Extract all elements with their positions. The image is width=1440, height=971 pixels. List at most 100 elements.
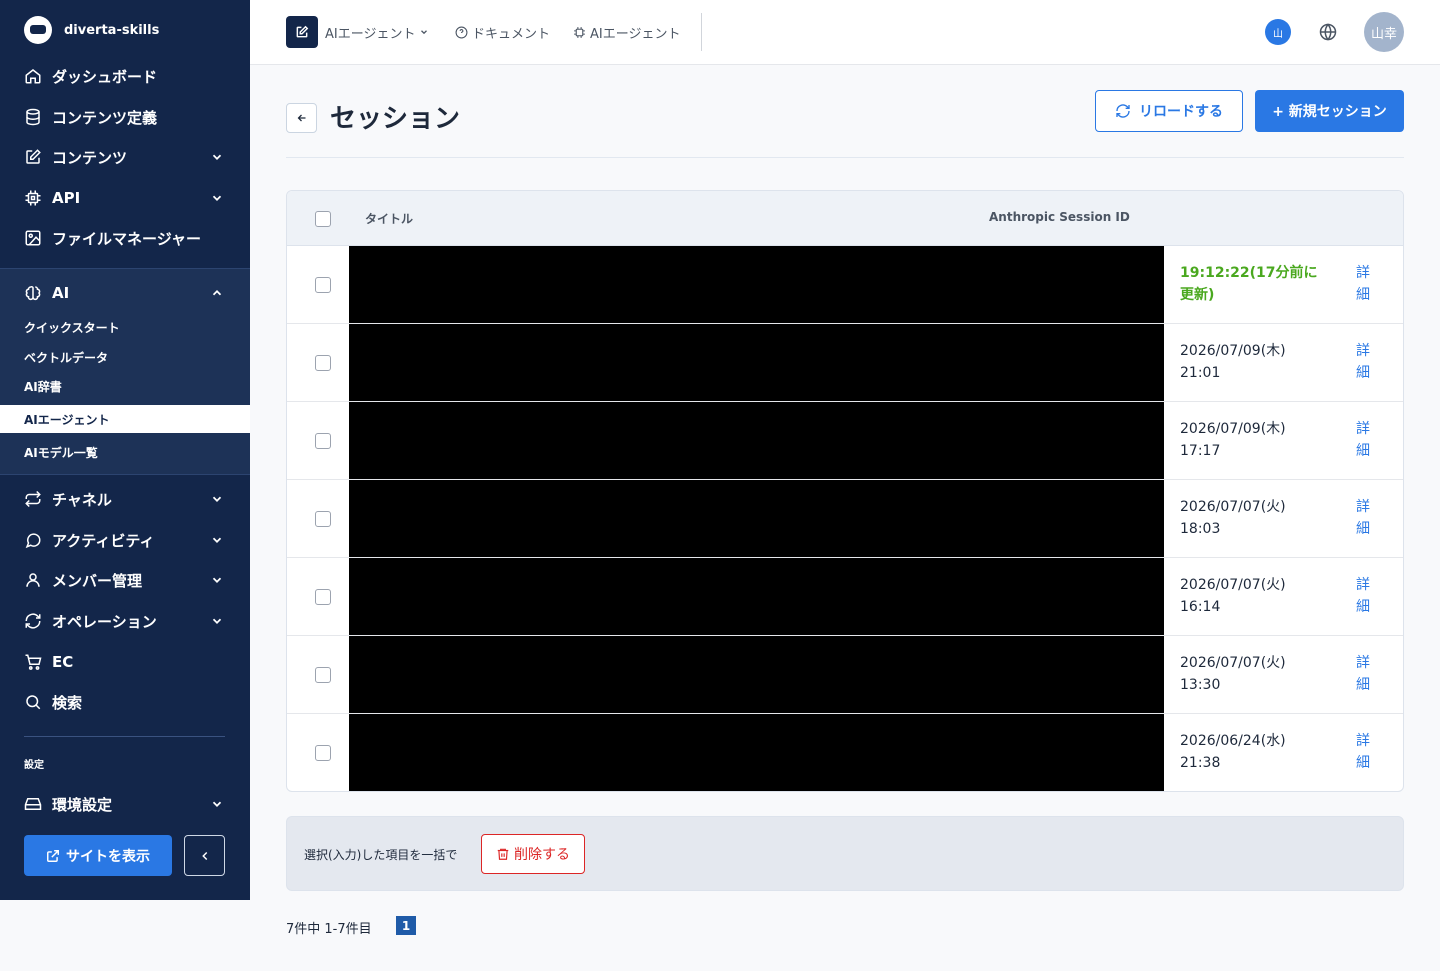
arrow-left-icon [297,114,305,122]
agent-link[interactable]: AIエージェント [573,22,680,42]
user-avatar[interactable]: 山幸 [1364,12,1404,52]
sidebar-item-label: メンバー管理 [52,571,143,590]
image-icon [24,229,42,247]
select-all-checkbox[interactable] [315,211,331,227]
brand-logo-icon [24,16,52,44]
view-site-label: サイトを表示 [66,848,150,865]
row-updated-at: 2026/07/09(木) 21:01 [1180,343,1286,381]
edit-button[interactable] [286,16,318,48]
bulk-delete-button[interactable]: 削除する [481,834,585,874]
table-row: 19:12:22(17分前に更新) 詳細 [287,246,1403,324]
chevron-up-icon [212,290,222,296]
brand[interactable]: diverta-skills [24,16,159,44]
redacted-cell [349,324,1164,401]
sidebar: diverta-skills ダッシュボード コンテンツ定義 コンテンツ API… [0,0,250,900]
agent-link-label: AIエージェント [590,26,681,42]
chevron-down-icon [212,577,222,583]
sidebar-item-label: AI [52,284,70,302]
chevron-down-icon [212,801,222,807]
redacted-cell [349,558,1164,635]
row-checkbox[interactable] [315,745,331,761]
table-header: タイトル Anthropic Session ID [287,191,1403,246]
sidebar-item-label: 検索 [52,693,83,712]
sidebar-item-contents[interactable]: コンテンツ [0,137,250,177]
sidebar-subitem-quickstart[interactable]: クイックスタート [0,313,250,341]
row-checkbox[interactable] [315,433,331,449]
row-detail-link[interactable]: 詳細 [1356,262,1372,306]
small-avatar[interactable]: 山 [1265,19,1291,45]
chevron-down-icon [212,496,222,502]
sidebar-item-channel[interactable]: チャネル [0,479,250,519]
collapse-sidebar-button[interactable] [184,835,225,876]
docs-link-label: ドキュメント [472,26,551,42]
row-detail-link[interactable]: 詳細 [1356,496,1372,540]
view-site-button[interactable]: サイトを表示 [24,835,172,876]
brand-name: diverta-skills [64,22,160,38]
sidebar-item-ai[interactable]: AI [0,273,250,313]
agent-dropdown[interactable]: AIエージェント [325,22,429,42]
sidebar-subitem-vector-data[interactable]: ベクトルデータ [0,343,250,371]
swap-icon [24,490,42,508]
chevron-down-icon [212,618,222,624]
row-checkbox[interactable] [315,589,331,605]
sidebar-item-file-manager[interactable]: ファイルマネージャー [0,218,250,258]
sidebar-item-members[interactable]: メンバー管理 [0,560,250,600]
drive-icon [24,795,42,813]
sidebar-item-environment[interactable]: 環境設定 [0,784,250,824]
globe-icon[interactable] [1318,22,1338,42]
row-detail-link[interactable]: 詳細 [1356,574,1372,618]
user-icon [24,571,42,589]
new-session-button[interactable]: + 新規セッション [1255,90,1404,132]
sidebar-section-settings: 設定 [24,760,44,771]
row-detail-link[interactable]: 詳細 [1356,418,1372,462]
bulk-delete-label: 削除する [514,847,570,863]
row-detail-link[interactable]: 詳細 [1356,340,1372,384]
reload-button[interactable]: リロードする [1095,90,1243,132]
redacted-cell [349,246,1164,323]
refresh-icon [24,612,42,630]
row-updated-at: 2026/07/07(火) 16:14 [1180,577,1286,615]
sidebar-subitem-ai-models[interactable]: AIモデル一覧 [0,438,250,466]
row-checkbox[interactable] [315,667,331,683]
table-row: 2026/07/07(火) 16:14 詳細 [287,558,1403,636]
pagination-page-1[interactable]: 1 [396,916,416,935]
reload-label: リロードする [1139,104,1223,120]
table-row: 2026/07/09(木) 17:17 詳細 [287,402,1403,480]
row-checkbox[interactable] [315,511,331,527]
row-updated-at: 2026/07/07(火) 13:30 [1180,655,1286,693]
sidebar-item-dashboard[interactable]: ダッシュボード [0,56,250,96]
chat-icon [24,531,42,549]
row-detail-link[interactable]: 詳細 [1356,730,1372,774]
sidebar-item-label: コンテンツ定義 [52,108,158,127]
sidebar-item-label: ファイルマネージャー [52,229,201,248]
help-circle-icon [455,26,468,38]
edit-icon [296,25,309,38]
sidebar-item-label: チャネル [52,490,112,509]
pagination-summary: 7件中 1-7件目 [286,922,372,937]
sidebar-item-ec[interactable]: EC [0,642,250,682]
sidebar-item-operation[interactable]: オペレーション [0,601,250,641]
row-checkbox[interactable] [315,277,331,293]
sidebar-item-activity[interactable]: アクティビティ [0,520,250,560]
docs-link[interactable]: ドキュメント [455,22,550,42]
back-button[interactable] [286,103,317,133]
row-detail-link[interactable]: 詳細 [1356,652,1372,696]
bulk-action-text: 選択(入力)した項目を一括で [304,848,458,862]
sidebar-divider [24,736,225,737]
topbar: AIエージェント ドキュメント AIエージェント 山 山幸 [250,0,1440,65]
sidebar-item-content-definition[interactable]: コンテンツ定義 [0,97,250,137]
chevron-left-icon [201,851,207,860]
refresh-icon [1116,104,1130,118]
column-session-id: Anthropic Session ID [989,210,1130,224]
table-row: 2026/07/07(火) 18:03 詳細 [287,480,1403,558]
sidebar-subitem-ai-agent[interactable]: AIエージェント [0,405,250,433]
table-row: 2026/07/09(木) 21:01 詳細 [287,324,1403,402]
row-checkbox[interactable] [315,355,331,371]
sidebar-item-label: オペレーション [52,612,157,631]
sidebar-item-label: アクティビティ [52,531,155,550]
header-divider [286,157,1404,158]
sidebar-subitem-ai-dictionary[interactable]: AI辞書 [0,372,250,400]
sidebar-item-api[interactable]: API [0,178,250,218]
sidebar-item-search[interactable]: 検索 [0,682,250,722]
row-updated-at: 2026/06/24(水) 21:38 [1180,733,1286,771]
